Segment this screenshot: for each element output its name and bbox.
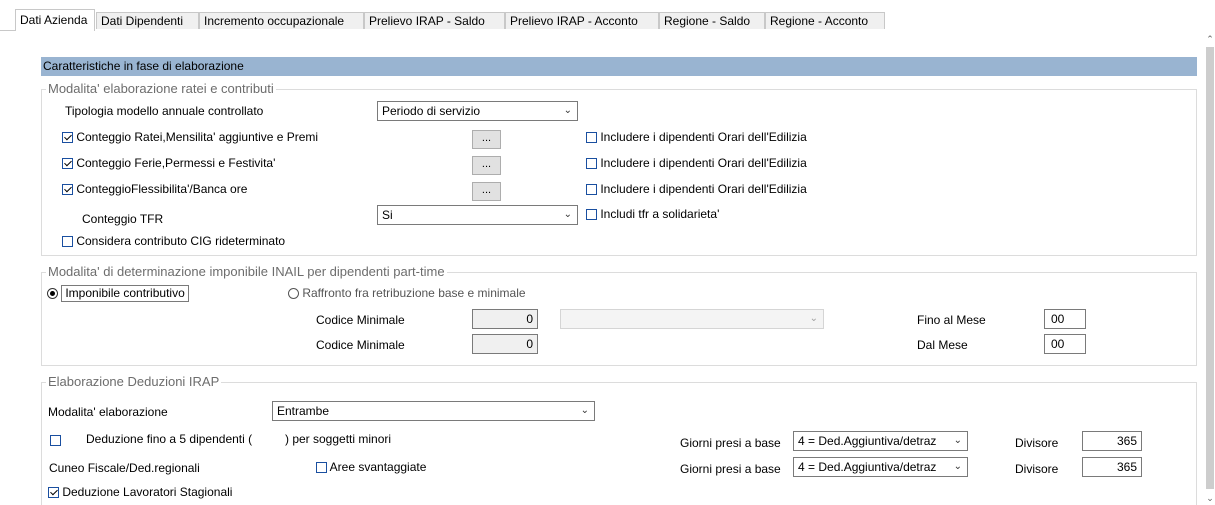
considera-cig-row[interactable]: Considera contributo CIG rideterminato — [62, 234, 285, 248]
tab-dati-dipendenti[interactable]: Dati Dipendenti — [96, 12, 199, 29]
includere-edilizia-row-2[interactable]: Includere i dipendenti Orari dell'Ediliz… — [586, 156, 807, 170]
imponibile-contributivo-option[interactable]: Imponibile contributivo — [47, 285, 189, 302]
divisore-label-1: Divisore — [1015, 436, 1059, 450]
conteggio-flessibilita-checkbox[interactable] — [62, 184, 73, 196]
chevron-down-icon: ⌄ — [951, 458, 962, 476]
tab-regione-acconto[interactable]: Regione - Acconto — [765, 12, 885, 29]
conteggio-ratei-row[interactable]: Conteggio Ratei,Mensilita' aggiuntive e … — [62, 130, 318, 144]
deduzione-5-dipendenti-label-b: ) per soggetti minori — [285, 432, 392, 446]
giorni-presi-select-1[interactable]: 4 = Ded.Aggiuntiva/detraz ⌄ — [793, 431, 968, 451]
includere-edilizia-label-2: Includere i dipendenti Orari dell'Ediliz… — [600, 156, 807, 170]
inail-legend: Modalita' di determinazione imponibile I… — [46, 264, 447, 279]
imponibile-contributivo-radio[interactable] — [47, 288, 58, 299]
irap-legend: Elaborazione Deduzioni IRAP — [46, 374, 222, 389]
deduzione-5-dipendenti-label-a: Deduzione fino a 5 dipendenti ( — [86, 432, 253, 446]
includere-edilizia-checkbox-2[interactable] — [586, 158, 597, 170]
scrollbar-thumb[interactable] — [1206, 47, 1214, 489]
includere-edilizia-row-1[interactable]: Includere i dipendenti Orari dell'Ediliz… — [586, 130, 807, 144]
tab-incremento-occupazionale[interactable]: Incremento occupazionale — [199, 12, 364, 29]
includere-edilizia-checkbox-3[interactable] — [586, 184, 597, 196]
aree-svantaggiate-label: Aree svantaggiate — [329, 460, 427, 474]
tab-prelievo-irap-saldo[interactable]: Prelievo IRAP - Saldo — [364, 12, 505, 29]
deduzione-5-dipendenti-row[interactable] — [50, 433, 61, 447]
conteggio-ratei-label: Conteggio Ratei,Mensilita' aggiuntive e … — [76, 130, 319, 144]
modalita-elaborazione-value: Entrambe — [277, 404, 330, 418]
includere-edilizia-checkbox-1[interactable] — [586, 132, 597, 144]
section-header: Caratteristiche in fase di elaborazione — [41, 57, 1197, 76]
conteggio-tfr-select[interactable]: Si ⌄ — [377, 205, 578, 225]
tipologia-value: Periodo di servizio — [382, 104, 481, 118]
conteggio-ratei-options-button[interactable]: ... — [472, 130, 501, 149]
conteggio-tfr-value: Si — [382, 208, 393, 222]
conteggio-ferie-label: Conteggio Ferie,Permessi e Festivita' — [76, 156, 276, 170]
modalita-elaborazione-select[interactable]: Entrambe ⌄ — [272, 401, 595, 421]
tipologia-select[interactable]: Periodo di servizio ⌄ — [377, 101, 578, 121]
giorni-presi-label-1: Giorni presi a base — [680, 436, 781, 450]
dal-mese-label: Dal Mese — [917, 338, 968, 352]
conteggio-flessibilita-row[interactable]: ConteggioFlessibilita'/Banca ore — [62, 182, 247, 196]
chevron-down-icon[interactable]: ⌄ — [1205, 491, 1215, 505]
fino-al-mese-field[interactable]: 00 — [1044, 309, 1086, 329]
conteggio-ferie-options-button[interactable]: ... — [472, 156, 501, 175]
tab-regione-saldo[interactable]: Regione - Saldo — [659, 12, 765, 29]
raffronto-option[interactable]: Raffronto fra retribuzione base e minima… — [288, 286, 526, 300]
raffronto-label: Raffronto fra retribuzione base e minima… — [302, 286, 526, 300]
includere-edilizia-label-3: Includere i dipendenti Orari dell'Ediliz… — [600, 182, 807, 196]
codice-minimale-label-1: Codice Minimale — [316, 313, 405, 327]
raffronto-radio[interactable] — [288, 288, 299, 300]
ratei-legend: Modalita' elaborazione ratei e contribut… — [46, 81, 276, 96]
codice-minimale-field-1[interactable]: 0 — [472, 309, 538, 329]
chevron-up-icon[interactable]: ⌃ — [1205, 32, 1215, 46]
chevron-down-icon: ⌄ — [809, 313, 818, 324]
divisore-field-1[interactable]: 365 — [1082, 431, 1142, 451]
chevron-down-icon: ⌄ — [563, 209, 572, 220]
giorni-presi-value-1: 4 = Ded.Aggiuntiva/detraz — [798, 434, 937, 448]
modalita-elaborazione-label: Modalita' elaborazione — [48, 405, 168, 419]
chevron-down-icon: ⌄ — [580, 405, 589, 416]
codice-minimale-label-2: Codice Minimale — [316, 338, 405, 352]
divisore-label-2: Divisore — [1015, 462, 1059, 476]
tab-prelievo-irap-acconto[interactable]: Prelievo IRAP - Acconto — [505, 12, 659, 29]
imponibile-contributivo-label: Imponibile contributivo — [61, 285, 189, 302]
deduzione-stagionali-row[interactable]: Deduzione Lavoratori Stagionali — [48, 485, 232, 499]
conteggio-ferie-checkbox[interactable] — [62, 158, 73, 170]
tipologia-label: Tipologia modello annuale controllato — [65, 104, 264, 118]
includi-tfr-solidarieta-row[interactable]: Includi tfr a solidarieta' — [586, 207, 719, 221]
deduzione-stagionali-label: Deduzione Lavoratori Stagionali — [62, 485, 233, 499]
includi-tfr-solidarieta-label: Includi tfr a solidarieta' — [600, 207, 720, 221]
deduzione-5-dipendenti-checkbox[interactable] — [50, 435, 61, 447]
conteggio-ratei-checkbox[interactable] — [62, 132, 73, 144]
codice-minimale-field-2[interactable]: 0 — [472, 334, 538, 354]
fino-al-mese-label: Fino al Mese — [917, 313, 986, 327]
giorni-presi-value-2: 4 = Ded.Aggiuntiva/detraz — [798, 460, 937, 474]
cuneo-fiscale-label: Cuneo Fiscale/Ded.regionali — [49, 461, 200, 475]
giorni-presi-label-2: Giorni presi a base — [680, 462, 781, 476]
divisore-field-2[interactable]: 365 — [1082, 457, 1142, 477]
chevron-down-icon: ⌄ — [563, 105, 572, 116]
conteggio-flessibilita-options-button[interactable]: ... — [472, 182, 501, 201]
includere-edilizia-row-3[interactable]: Includere i dipendenti Orari dell'Ediliz… — [586, 182, 807, 196]
tab-strip: Dati Azienda Dati Dipendenti Incremento … — [0, 0, 1215, 31]
conteggio-ferie-row[interactable]: Conteggio Ferie,Permessi e Festivita' — [62, 156, 275, 170]
aree-svantaggiate-row[interactable]: Aree svantaggiate — [316, 460, 426, 474]
considera-cig-label: Considera contributo CIG rideterminato — [76, 234, 286, 248]
considera-cig-checkbox[interactable] — [62, 236, 73, 248]
includere-edilizia-label-1: Includere i dipendenti Orari dell'Ediliz… — [600, 130, 807, 144]
deduzione-stagionali-checkbox[interactable] — [48, 487, 59, 499]
chevron-down-icon: ⌄ — [951, 432, 962, 450]
conteggio-flessibilita-label: ConteggioFlessibilita'/Banca ore — [76, 182, 248, 196]
includi-tfr-solidarieta-checkbox[interactable] — [586, 209, 597, 221]
conteggio-tfr-label: Conteggio TFR — [82, 212, 164, 226]
dal-mese-field[interactable]: 00 — [1044, 334, 1086, 354]
tab-dati-azienda[interactable]: Dati Azienda — [15, 9, 95, 31]
giorni-presi-select-2[interactable]: 4 = Ded.Aggiuntiva/detraz ⌄ — [793, 457, 968, 477]
codice-minimale-select[interactable]: ⌄ — [560, 309, 824, 329]
aree-svantaggiate-checkbox[interactable] — [316, 462, 327, 474]
